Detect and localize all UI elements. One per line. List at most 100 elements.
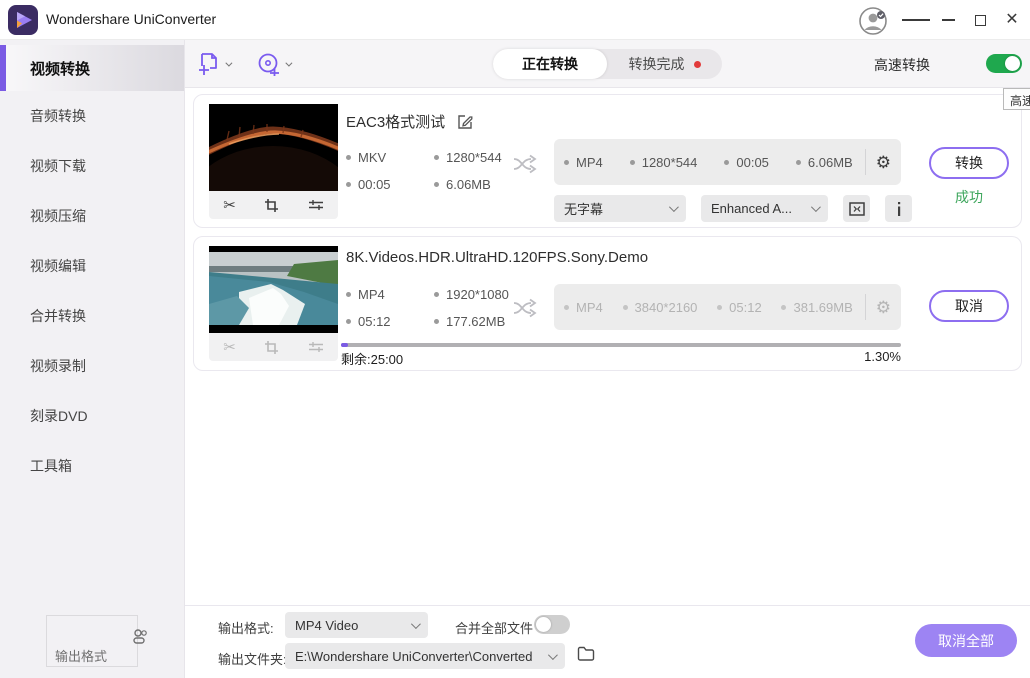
task-title: 8K.Videos.HDR.UltraHD.120FPS.Sony.Demo xyxy=(346,249,648,266)
chevron-down-icon xyxy=(811,202,821,212)
tab-label: 正在转换 xyxy=(522,54,578,74)
divider xyxy=(865,294,866,320)
output-folder-select[interactable]: E:\Wondershare UniConverter\Converted xyxy=(285,643,565,669)
content-header: 正在转换 转换完成 高速转换 xyxy=(185,40,1030,88)
trim-scissors-icon: ✂ xyxy=(223,340,236,355)
menu-icon[interactable] xyxy=(902,6,930,34)
app-window: Wondershare UniConverter ✕ 视频转换 音频转换 视频下… xyxy=(0,0,1030,678)
highspeed-label: 高速转换 xyxy=(874,55,930,75)
sidebar-item-label: 合并转换 xyxy=(30,306,86,326)
maximize-button[interactable] xyxy=(966,6,994,34)
task-row: ✂ 8K.Videos.HDR.UltraHD.120FPS.Sony.Demo… xyxy=(193,236,1022,371)
cancel-all-button[interactable]: 取消全部 xyxy=(915,624,1017,657)
sidebar-item-screen-record[interactable]: 视频录制 xyxy=(0,341,184,391)
open-folder-button[interactable] xyxy=(577,646,595,666)
sidebar-item-toolbox[interactable]: 工具箱 xyxy=(0,441,184,491)
merge-toggle[interactable] xyxy=(534,615,570,634)
sidebar-item-audio-convert[interactable]: 音频转换 xyxy=(0,91,184,141)
tab-finished[interactable]: 转换完成 xyxy=(607,49,722,79)
sidebar-item-label: 视频录制 xyxy=(30,356,86,376)
task-title: EAC3格式测试 xyxy=(346,111,445,132)
add-disc-button[interactable] xyxy=(257,52,290,76)
progress-percent: 1.30% xyxy=(864,349,901,368)
chevron-down-icon xyxy=(225,59,232,66)
sidebar-item-video-compress[interactable]: 视频压缩 xyxy=(0,191,184,241)
convert-arrows-icon xyxy=(512,153,538,175)
progress-bar xyxy=(341,343,901,347)
tab-bar: 正在转换 转换完成 xyxy=(493,49,722,79)
close-button[interactable]: ✕ xyxy=(998,6,1026,34)
audio-track-select[interactable]: Enhanced A... xyxy=(701,195,828,222)
crop-icon[interactable] xyxy=(264,198,279,213)
toggle-knob xyxy=(536,617,551,632)
video-thumbnail-block: ✂ xyxy=(209,104,338,219)
add-disc-icon xyxy=(257,52,281,76)
task-row: ✂ EAC3格式测试 MKV 1280*544 xyxy=(193,94,1022,228)
cancel-button[interactable]: 取消 xyxy=(929,290,1009,322)
tab-converting[interactable]: 正在转换 xyxy=(493,49,607,79)
crop-icon xyxy=(264,340,279,355)
sidebar-item-burn-dvd[interactable]: 刻录DVD xyxy=(0,391,184,441)
output-settings-gear-icon[interactable]: ⚙ xyxy=(876,154,891,171)
footer-bar: 输出格式: MP4 Video 合并全部文件 输出文件夹: E:\Wonders… xyxy=(185,605,1030,678)
output-format: MP4 xyxy=(564,300,603,315)
notification-dot xyxy=(694,61,701,68)
toggle-knob xyxy=(1005,56,1020,71)
output-format-select[interactable]: MP4 Video xyxy=(285,612,428,638)
task-list: ✂ EAC3格式测试 MKV 1280*544 xyxy=(185,88,1030,605)
chevron-down-icon xyxy=(669,202,679,212)
output-folder-value: E:\Wondershare UniConverter\Converted xyxy=(295,649,533,664)
trim-range-icon xyxy=(849,202,865,216)
account-avatar[interactable] xyxy=(858,6,888,36)
output-folder-label: 输出文件夹: xyxy=(218,649,287,668)
highspeed-toggle[interactable] xyxy=(986,54,1022,73)
source-size: 6.06MB xyxy=(434,177,554,192)
sidebar-item-video-convert[interactable]: 视频转换 xyxy=(0,45,184,91)
sidebar-item-label: 工具箱 xyxy=(30,456,72,476)
subtitle-select-value: 无字幕 xyxy=(564,199,603,218)
titlebar: Wondershare UniConverter ✕ xyxy=(0,0,1030,40)
add-file-icon xyxy=(197,52,221,76)
output-resolution: 1280*544 xyxy=(630,155,698,170)
rename-edit-icon[interactable] xyxy=(457,114,473,130)
thumbnail-toolbar: ✂ xyxy=(209,191,338,219)
effects-tune-icon xyxy=(308,340,324,354)
task-title-row: EAC3格式测试 xyxy=(346,111,473,132)
convert-button[interactable]: 转换 xyxy=(929,147,1009,179)
output-size: 6.06MB xyxy=(796,155,853,170)
output-format-value: MP4 Video xyxy=(295,618,358,633)
thumbnail-toolbar: ✂ xyxy=(209,333,338,361)
sidebar-item-merge-convert[interactable]: 合并转换 xyxy=(0,291,184,341)
person-icon xyxy=(131,628,149,646)
trim-scissors-icon[interactable]: ✂ xyxy=(223,198,236,213)
convert-arrows-icon xyxy=(512,297,538,319)
video-thumbnail xyxy=(209,246,338,333)
task-controls: 无字幕 Enhanced A... xyxy=(554,195,912,222)
ghost-label: 输出格式 xyxy=(55,646,107,665)
sidebar-item-video-edit[interactable]: 视频编辑 xyxy=(0,241,184,291)
output-format-ghost: 输出格式 xyxy=(46,615,138,667)
trim-range-button[interactable] xyxy=(843,195,870,222)
output-info: MP4 1280*544 00:05 6.06MB xyxy=(564,155,865,170)
video-thumbnail-block: ✂ xyxy=(209,246,338,361)
output-resolution: 3840*2160 xyxy=(623,300,698,315)
app-title: Wondershare UniConverter xyxy=(46,11,216,27)
source-format: MKV xyxy=(346,150,434,165)
add-file-button[interactable] xyxy=(197,52,230,76)
effects-tune-icon[interactable] xyxy=(308,198,324,212)
video-thumbnail xyxy=(209,104,338,191)
output-settings-gear-icon: ⚙ xyxy=(876,299,891,316)
folder-icon xyxy=(577,646,595,661)
source-format: MP4 xyxy=(346,287,434,302)
subtitle-select[interactable]: 无字幕 xyxy=(554,195,686,222)
chevron-down-icon xyxy=(285,59,292,66)
sidebar-item-video-download[interactable]: 视频下载 xyxy=(0,141,184,191)
output-info: MP4 3840*2160 05:12 381.69MB xyxy=(564,300,865,315)
sidebar: 视频转换 音频转换 视频下载 视频压缩 视频编辑 合并转换 视频录制 刻录DVD… xyxy=(0,40,185,678)
minimize-button[interactable] xyxy=(934,6,962,34)
time-remaining: 剩余:25:00 xyxy=(341,349,403,368)
source-duration: 00:05 xyxy=(346,177,434,192)
info-icon xyxy=(897,202,901,216)
sidebar-item-label: 视频压缩 xyxy=(30,206,86,226)
info-button[interactable] xyxy=(885,195,912,222)
